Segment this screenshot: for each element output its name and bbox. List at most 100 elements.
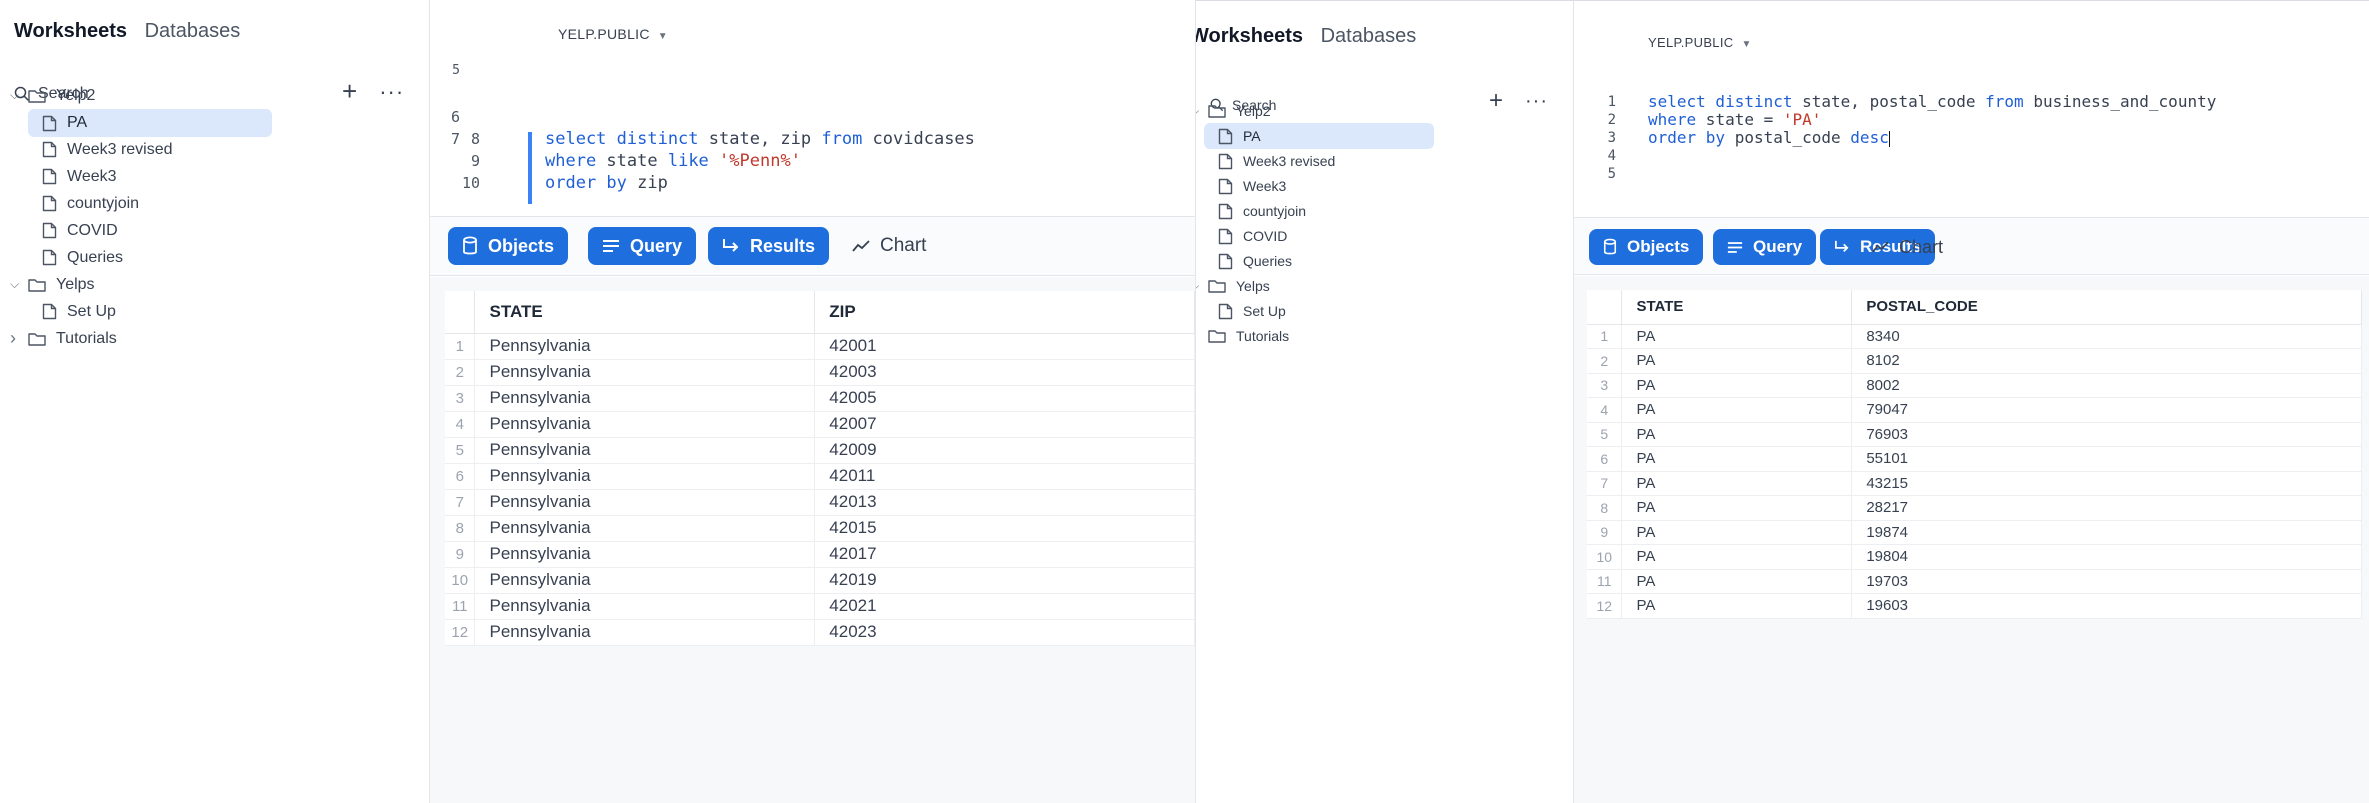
folder-yelp2[interactable]: ⌵ Yelp2 bbox=[1196, 98, 1271, 124]
table-cell[interactable]: PA bbox=[1621, 471, 1853, 496]
table-cell[interactable]: PA bbox=[1621, 593, 1853, 619]
column-header-postal-code[interactable]: POSTAL_CODE bbox=[1851, 290, 2362, 325]
worksheet-week3[interactable]: Week3 bbox=[1218, 173, 1286, 199]
table-row[interactable]: 1 PA 8340 bbox=[1587, 324, 2362, 349]
table-row[interactable]: 8 PA 28217 bbox=[1587, 495, 2362, 521]
table-cell[interactable]: Pennsylvania bbox=[474, 411, 816, 438]
query-button[interactable]: Query bbox=[1713, 229, 1817, 265]
table-row[interactable]: 1 Pennsylvania 42001 bbox=[445, 333, 1195, 360]
table-cell[interactable]: 55101 bbox=[1851, 446, 2362, 472]
worksheet-countyjoin[interactable]: countyjoin bbox=[42, 190, 139, 217]
chart-button[interactable]: Chart bbox=[852, 227, 926, 265]
table-row[interactable]: 3 PA 8002 bbox=[1587, 373, 2362, 398]
folder-tutorials[interactable]: › Tutorials bbox=[1196, 323, 1289, 349]
table-cell[interactable]: PA bbox=[1621, 520, 1853, 545]
table-cell[interactable]: PA bbox=[1621, 348, 1853, 374]
objects-button[interactable]: Objects bbox=[1589, 229, 1704, 265]
more-options-button[interactable]: ··· bbox=[1525, 90, 1548, 113]
table-cell[interactable]: 42017 bbox=[814, 541, 1195, 568]
table-row[interactable]: 3 Pennsylvania 42005 bbox=[445, 385, 1195, 412]
column-header-state[interactable]: STATE bbox=[1621, 290, 1853, 325]
table-cell[interactable]: Pennsylvania bbox=[474, 333, 816, 360]
chevron-down-icon[interactable]: ⌵ bbox=[10, 88, 28, 103]
table-cell[interactable]: PA bbox=[1621, 422, 1853, 447]
table-row[interactable]: 6 Pennsylvania 42011 bbox=[445, 463, 1195, 490]
table-cell[interactable]: 42023 bbox=[814, 619, 1195, 646]
worksheet-covid[interactable]: COVID bbox=[1218, 223, 1287, 249]
table-row[interactable]: 10 PA 19804 bbox=[1587, 544, 2362, 570]
table-cell[interactable]: PA bbox=[1621, 569, 1853, 594]
table-row[interactable]: 8 Pennsylvania 42015 bbox=[445, 515, 1195, 542]
table-cell[interactable]: PA bbox=[1621, 324, 1853, 349]
worksheet-queries[interactable]: Queries bbox=[42, 244, 123, 271]
worksheet-pa[interactable]: PA bbox=[28, 109, 272, 137]
add-worksheet-button[interactable]: + bbox=[1489, 87, 1503, 115]
tab-worksheets[interactable]: Worksheets bbox=[14, 20, 127, 42]
worksheet-set-up[interactable]: Set Up bbox=[42, 298, 116, 325]
context-selector[interactable]: YELP.PUBLIC ▼ bbox=[1648, 35, 1752, 50]
table-cell[interactable]: 42015 bbox=[814, 515, 1195, 542]
table-cell[interactable]: 19703 bbox=[1851, 569, 2362, 594]
table-cell[interactable]: 76903 bbox=[1851, 422, 2362, 447]
table-cell[interactable]: 42009 bbox=[814, 437, 1195, 464]
chart-button[interactable]: Chart bbox=[1872, 229, 1943, 265]
folder-yelp2[interactable]: ⌵ Yelp2 bbox=[10, 82, 95, 109]
tab-worksheets[interactable]: Worksheets bbox=[1196, 25, 1303, 47]
table-cell[interactable]: 8002 bbox=[1851, 373, 2362, 398]
table-row[interactable]: 6 PA 55101 bbox=[1587, 446, 2362, 472]
sql-editor[interactable]: 1 select distinct state, postal_code from… bbox=[1574, 93, 2369, 213]
table-cell[interactable]: 42021 bbox=[814, 593, 1195, 620]
table-cell[interactable]: 42001 bbox=[814, 333, 1195, 360]
tab-databases[interactable]: Databases bbox=[1321, 25, 1417, 47]
worksheet-set-up[interactable]: Set Up bbox=[1218, 298, 1286, 324]
table-row[interactable]: 2 Pennsylvania 42003 bbox=[445, 359, 1195, 386]
worksheet-week3-revised[interactable]: Week3 revised bbox=[1218, 148, 1335, 174]
table-cell[interactable]: 42005 bbox=[814, 385, 1195, 412]
worksheet-countyjoin[interactable]: countyjoin bbox=[1218, 198, 1306, 224]
table-row[interactable]: 2 PA 8102 bbox=[1587, 348, 2362, 374]
table-cell[interactable]: PA bbox=[1621, 446, 1853, 472]
table-cell[interactable]: 42013 bbox=[814, 489, 1195, 516]
chevron-down-icon[interactable]: ⌵ bbox=[1196, 279, 1208, 294]
context-selector[interactable]: YELP.PUBLIC ▼ bbox=[558, 26, 668, 42]
table-row[interactable]: 11 Pennsylvania 42021 bbox=[445, 593, 1195, 620]
table-row[interactable]: 5 Pennsylvania 42009 bbox=[445, 437, 1195, 464]
tab-databases[interactable]: Databases bbox=[145, 20, 241, 42]
table-cell[interactable]: Pennsylvania bbox=[474, 437, 816, 464]
table-cell[interactable]: 8340 bbox=[1851, 324, 2362, 349]
results-button[interactable]: Results bbox=[708, 227, 830, 265]
table-cell[interactable]: Pennsylvania bbox=[474, 463, 816, 490]
table-row[interactable]: 12 Pennsylvania 42023 bbox=[445, 619, 1195, 646]
table-row[interactable]: 4 Pennsylvania 42007 bbox=[445, 411, 1195, 438]
table-row[interactable]: 5 PA 76903 bbox=[1587, 422, 2362, 447]
table-cell[interactable]: Pennsylvania bbox=[474, 359, 816, 386]
table-cell[interactable]: 28217 bbox=[1851, 495, 2362, 521]
column-header-state[interactable]: STATE bbox=[474, 291, 816, 334]
table-cell[interactable]: Pennsylvania bbox=[474, 567, 816, 594]
table-row[interactable]: 10 Pennsylvania 42019 bbox=[445, 567, 1195, 594]
table-row[interactable]: 11 PA 19703 bbox=[1587, 569, 2362, 594]
chevron-down-icon[interactable]: ⌵ bbox=[1196, 104, 1208, 119]
table-cell[interactable]: Pennsylvania bbox=[474, 541, 816, 568]
table-cell[interactable]: Pennsylvania bbox=[474, 489, 816, 516]
table-row[interactable]: 9 Pennsylvania 42017 bbox=[445, 541, 1195, 568]
table-cell[interactable]: 42007 bbox=[814, 411, 1195, 438]
table-cell[interactable]: Pennsylvania bbox=[474, 619, 816, 646]
table-cell[interactable]: PA bbox=[1621, 495, 1853, 521]
chevron-right-icon[interactable]: › bbox=[1196, 326, 1208, 347]
worksheet-queries[interactable]: Queries bbox=[1218, 248, 1292, 274]
table-cell[interactable]: 42019 bbox=[814, 567, 1195, 594]
folder-yelps[interactable]: ⌵ Yelps bbox=[10, 271, 95, 298]
table-cell[interactable]: 42003 bbox=[814, 359, 1195, 386]
table-cell[interactable]: PA bbox=[1621, 397, 1853, 423]
table-row[interactable]: 12 PA 19603 bbox=[1587, 593, 2362, 619]
more-options-button[interactable]: ··· bbox=[379, 79, 404, 105]
add-worksheet-button[interactable]: + bbox=[342, 76, 357, 107]
table-row[interactable]: 7 PA 43215 bbox=[1587, 471, 2362, 496]
table-row[interactable]: 9 PA 19874 bbox=[1587, 520, 2362, 545]
folder-yelps[interactable]: ⌵ Yelps bbox=[1196, 273, 1270, 299]
table-cell[interactable]: PA bbox=[1621, 544, 1853, 570]
worksheet-covid[interactable]: COVID bbox=[42, 217, 118, 244]
table-cell[interactable]: Pennsylvania bbox=[474, 385, 816, 412]
worksheet-pa[interactable]: PA bbox=[1204, 123, 1434, 149]
